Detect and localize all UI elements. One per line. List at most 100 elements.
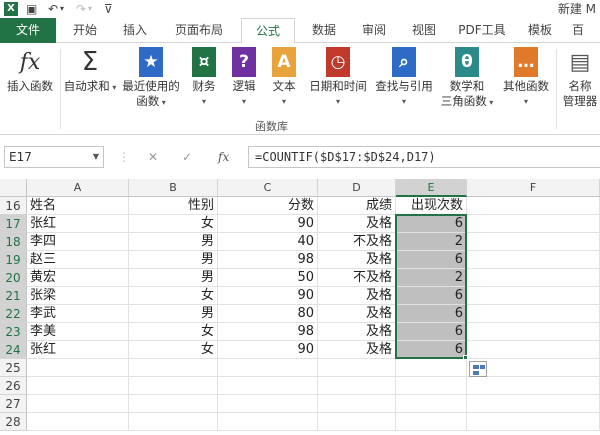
column-header-a[interactable]: A: [27, 179, 129, 197]
insert-function-icon[interactable]: fx: [218, 148, 229, 166]
cell-e17[interactable]: 6: [396, 215, 467, 233]
cell-d24[interactable]: 及格: [318, 341, 396, 359]
cell-b16[interactable]: 性别: [129, 197, 218, 215]
cell-a27[interactable]: [27, 395, 129, 413]
cell-a17[interactable]: 张红: [27, 215, 129, 233]
cell-f18[interactable]: [467, 233, 600, 251]
cell-b19[interactable]: 男: [129, 251, 218, 269]
cell-f17[interactable]: [467, 215, 600, 233]
cell-d19[interactable]: 及格: [318, 251, 396, 269]
tab-file[interactable]: 文件: [0, 18, 56, 43]
cell-b21[interactable]: 女: [129, 287, 218, 305]
customize-toolbar-icon[interactable]: ⊽: [104, 1, 113, 17]
more-functions-button[interactable]: … 其他函数 ▾: [498, 47, 554, 109]
tab-page-layout[interactable]: 页面布局: [164, 18, 234, 43]
autosum-button[interactable]: Σ 自动求和 ▾: [62, 47, 118, 95]
cell-f24[interactable]: [467, 341, 600, 359]
tab-data[interactable]: 数据: [302, 18, 346, 43]
fill-handle[interactable]: [463, 355, 468, 360]
cell-e24[interactable]: 6: [396, 341, 467, 359]
cell-b26[interactable]: [129, 377, 218, 395]
cell-c20[interactable]: 50: [218, 269, 318, 287]
cell-c24[interactable]: 90: [218, 341, 318, 359]
select-all-corner[interactable]: [0, 179, 27, 197]
cell-c23[interactable]: 98: [218, 323, 318, 341]
tab-formulas[interactable]: 公式: [241, 18, 295, 44]
row-header-24[interactable]: 24: [0, 341, 27, 359]
cell-e18[interactable]: 2: [396, 233, 467, 251]
row-header-17[interactable]: 17: [0, 215, 27, 233]
cell-d28[interactable]: [318, 413, 396, 431]
row-header-21[interactable]: 21: [0, 287, 27, 305]
cell-c19[interactable]: 98: [218, 251, 318, 269]
column-header-e[interactable]: E: [396, 179, 467, 197]
name-manager-button[interactable]: ▤ 名称 管理器: [560, 47, 600, 109]
column-header-c[interactable]: C: [218, 179, 318, 197]
cell-c21[interactable]: 90: [218, 287, 318, 305]
row-header-19[interactable]: 19: [0, 251, 27, 269]
cell-e22[interactable]: 6: [396, 305, 467, 323]
tab-pdf-tools[interactable]: PDF工具: [452, 18, 512, 43]
cell-e19[interactable]: 6: [396, 251, 467, 269]
cancel-icon[interactable]: ✕: [148, 148, 158, 166]
cell-b18[interactable]: 男: [129, 233, 218, 251]
cell-d23[interactable]: 及格: [318, 323, 396, 341]
cell-b17[interactable]: 女: [129, 215, 218, 233]
logical-button[interactable]: ? 逻辑 ▾: [226, 47, 262, 109]
cell-d21[interactable]: 及格: [318, 287, 396, 305]
cell-a19[interactable]: 赵三: [27, 251, 129, 269]
undo-icon[interactable]: ↶: [48, 1, 58, 17]
cell-c16[interactable]: 分数: [218, 197, 318, 215]
row-header-27[interactable]: 27: [0, 395, 27, 413]
cell-c25[interactable]: [218, 359, 318, 377]
cell-f23[interactable]: [467, 323, 600, 341]
cell-d27[interactable]: [318, 395, 396, 413]
cell-a24[interactable]: 张红: [27, 341, 129, 359]
cell-e23[interactable]: 6: [396, 323, 467, 341]
cell-f22[interactable]: [467, 305, 600, 323]
cell-e28[interactable]: [396, 413, 467, 431]
cell-c26[interactable]: [218, 377, 318, 395]
cell-d18[interactable]: 不及格: [318, 233, 396, 251]
cell-b27[interactable]: [129, 395, 218, 413]
cell-f20[interactable]: [467, 269, 600, 287]
cell-b20[interactable]: 男: [129, 269, 218, 287]
cell-a26[interactable]: [27, 377, 129, 395]
math-trig-button[interactable]: θ 数学和 三角函数 ▾: [438, 47, 496, 110]
cell-f27[interactable]: [467, 395, 600, 413]
chevron-down-icon[interactable]: ▼: [93, 147, 99, 167]
row-header-22[interactable]: 22: [0, 305, 27, 323]
recently-used-button[interactable]: ★ 最近使用的 函数 ▾: [118, 47, 184, 110]
cell-c28[interactable]: [218, 413, 318, 431]
redo-icon[interactable]: ↷: [76, 1, 86, 17]
cell-a18[interactable]: 李四: [27, 233, 129, 251]
date-time-button[interactable]: ◷ 日期和时间 ▾: [306, 47, 370, 109]
cell-f26[interactable]: [467, 377, 600, 395]
cell-c17[interactable]: 90: [218, 215, 318, 233]
cell-a25[interactable]: [27, 359, 129, 377]
cell-e26[interactable]: [396, 377, 467, 395]
lookup-reference-button[interactable]: ⌕ 查找与引用 ▾: [372, 47, 436, 109]
tab-more[interactable]: 百: [572, 18, 600, 43]
row-header-20[interactable]: 20: [0, 269, 27, 287]
cell-a16[interactable]: 姓名: [27, 197, 129, 215]
column-header-b[interactable]: B: [129, 179, 218, 197]
cell-a28[interactable]: [27, 413, 129, 431]
row-header-23[interactable]: 23: [0, 323, 27, 341]
cell-b22[interactable]: 男: [129, 305, 218, 323]
cell-a20[interactable]: 黄宏: [27, 269, 129, 287]
cell-e20[interactable]: 2: [396, 269, 467, 287]
cell-e25[interactable]: [396, 359, 467, 377]
save-icon[interactable]: ▣: [26, 1, 37, 17]
cell-d25[interactable]: [318, 359, 396, 377]
cell-d17[interactable]: 及格: [318, 215, 396, 233]
column-header-f[interactable]: F: [467, 179, 600, 197]
text-button[interactable]: A 文本 ▾: [266, 47, 302, 109]
cell-b23[interactable]: 女: [129, 323, 218, 341]
cell-a22[interactable]: 李武: [27, 305, 129, 323]
row-header-26[interactable]: 26: [0, 377, 27, 395]
formula-input[interactable]: =COUNTIF($D$17:$D$24,D17): [248, 146, 600, 168]
cell-c18[interactable]: 40: [218, 233, 318, 251]
autofill-options-button[interactable]: [469, 361, 487, 377]
cell-f16[interactable]: [467, 197, 600, 215]
